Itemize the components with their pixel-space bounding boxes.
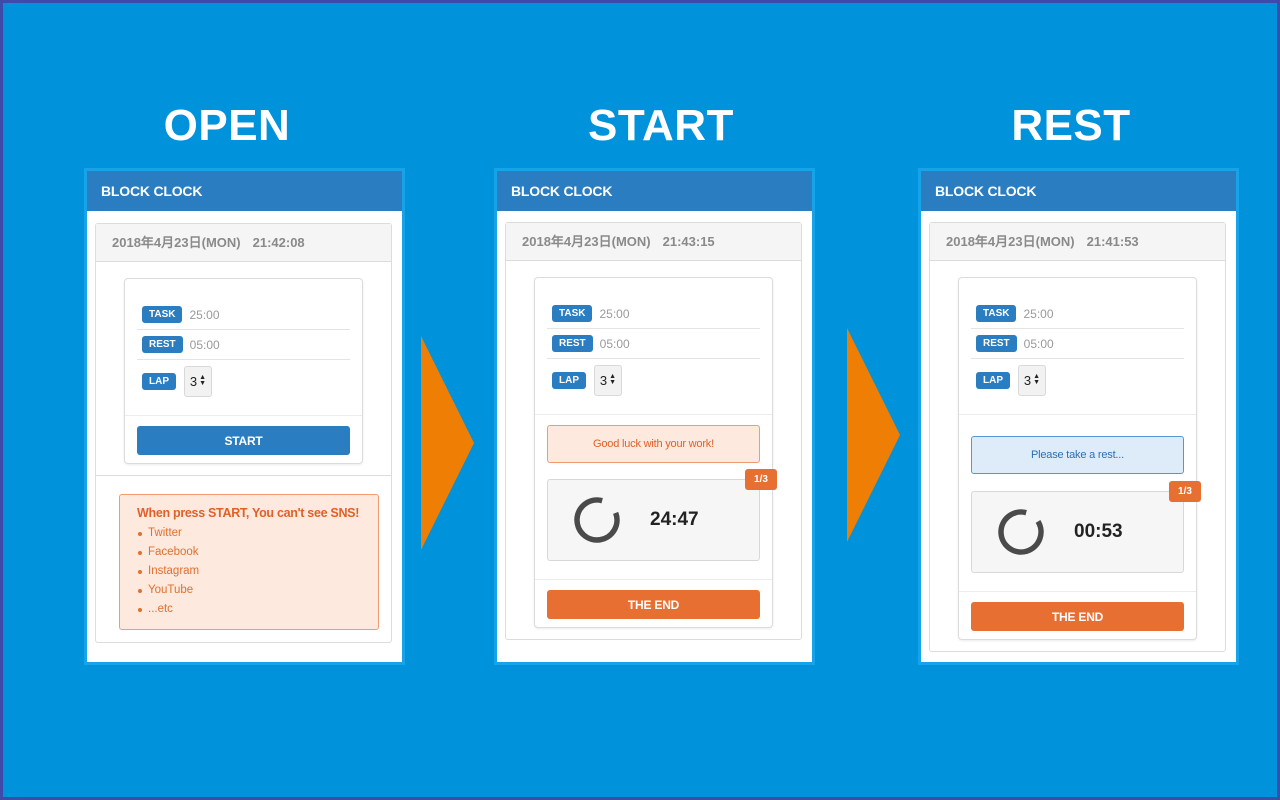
date-text: 2018年4月23日(MON)	[112, 235, 241, 250]
arrow-right-icon	[847, 328, 900, 542]
date-text: 2018年4月23日(MON)	[946, 234, 1075, 249]
task-badge: TASK	[552, 305, 593, 322]
lap-select[interactable]: 3 ▲ ▼	[1018, 364, 1046, 396]
stage-title-start: START	[588, 101, 734, 150]
rest-row: REST 05:00	[137, 330, 350, 360]
lap-badge: LAP	[976, 371, 1010, 389]
stage-title-rest: REST	[1011, 101, 1131, 150]
list-item: Facebook	[137, 543, 378, 562]
lap-value: 3	[599, 372, 608, 388]
timer-settings: TASK 25:00 REST 05:00 LAP 3 ▲ ▼ Good luck…	[534, 277, 777, 628]
clock-panel: 2018年4月23日(MON) 21:42:08 TASK 25:00 REST …	[95, 223, 392, 643]
list-item: Instagram	[137, 562, 378, 581]
lap-select[interactable]: 3 ▲ ▼	[594, 364, 622, 396]
divider	[96, 475, 391, 476]
list-item: ...etc	[137, 600, 378, 619]
popup-rest-state: BLOCK CLOCK 2018年4月23日(MON) 21:41:53 TASK…	[918, 168, 1239, 665]
sns-block-notice: When press START, You can't see SNS! Twi…	[119, 494, 379, 630]
rest-badge: REST	[976, 335, 1017, 352]
countdown-time: 24:47	[650, 509, 699, 530]
task-badge: TASK	[976, 305, 1017, 322]
list-item: Twitter	[137, 524, 378, 543]
timer-display: 24:47 1/3	[547, 469, 777, 561]
app-header: BLOCK CLOCK	[497, 171, 812, 211]
clock-panel: 2018年4月23日(MON) 21:43:15 TASK 25:00 REST …	[505, 222, 802, 640]
lap-counter-badge: 1/3	[1169, 481, 1201, 502]
lap-value: 3	[189, 373, 198, 389]
rest-duration: 05:00	[599, 336, 630, 351]
time-text: 21:43:15	[662, 234, 715, 249]
task-duration: 25:00	[1023, 306, 1054, 321]
date-time-bar: 2018年4月23日(MON) 21:42:08	[96, 224, 391, 262]
time-text: 21:41:53	[1086, 234, 1139, 249]
app-header: BLOCK CLOCK	[921, 171, 1236, 211]
lap-counter-badge: 1/3	[745, 469, 777, 490]
rest-row: REST 05:00	[971, 329, 1184, 359]
lap-badge: LAP	[142, 372, 176, 390]
rest-badge: REST	[142, 336, 183, 353]
popup-start-state: BLOCK CLOCK 2018年4月23日(MON) 21:43:15 TASK…	[494, 168, 815, 665]
task-badge: TASK	[142, 306, 183, 323]
countdown-time: 00:53	[1074, 521, 1123, 542]
date-time-bar: 2018年4月23日(MON) 21:41:53	[930, 223, 1225, 261]
task-row: TASK 25:00	[971, 299, 1184, 329]
timer-display: 00:53 1/3	[971, 481, 1201, 573]
the-end-button[interactable]: THE END	[547, 590, 760, 619]
lap-row: LAP 3 ▲ ▼	[971, 359, 1184, 401]
task-row: TASK 25:00	[137, 300, 350, 330]
lap-badge: LAP	[552, 371, 586, 389]
arrow-right-icon	[421, 336, 474, 550]
lap-row: LAP 3 ▲ ▼	[137, 360, 350, 402]
start-button[interactable]: START	[137, 426, 350, 455]
lap-value: 3	[1023, 372, 1032, 388]
clock-panel: 2018年4月23日(MON) 21:41:53 TASK 25:00 REST …	[929, 222, 1226, 652]
status-message: Good luck with your work!	[547, 425, 760, 463]
rest-duration: 05:00	[189, 337, 220, 352]
date-time-bar: 2018年4月23日(MON) 21:43:15	[506, 223, 801, 261]
progress-ring-icon	[574, 497, 620, 543]
the-end-button[interactable]: THE END	[971, 602, 1184, 631]
timer-settings: TASK 25:00 REST 05:00 LAP 3 ▲ ▼ Please ta…	[958, 277, 1201, 640]
stepper-arrows-icon: ▲ ▼	[199, 374, 207, 387]
task-duration: 25:00	[599, 306, 630, 321]
date-text: 2018年4月23日(MON)	[522, 234, 651, 249]
stage-title-open: OPEN	[163, 101, 291, 150]
task-row: TASK 25:00	[547, 299, 760, 329]
notice-title: When press START, You can't see SNS!	[137, 506, 360, 520]
popup-open-state: BLOCK CLOCK 2018年4月23日(MON) 21:42:08 TASK…	[84, 168, 405, 665]
stepper-arrows-icon: ▲ ▼	[609, 373, 617, 386]
timer-settings: TASK 25:00 REST 05:00 LAP 3 ▲ ▼ START	[124, 278, 363, 464]
status-message: Please take a rest...	[971, 436, 1184, 474]
rest-badge: REST	[552, 335, 593, 352]
lap-select[interactable]: 3 ▲ ▼	[184, 365, 212, 397]
rest-duration: 05:00	[1023, 336, 1054, 351]
list-item: YouTube	[137, 581, 378, 600]
stepper-arrows-icon: ▲ ▼	[1033, 373, 1041, 386]
progress-ring-icon	[998, 509, 1044, 555]
task-duration: 25:00	[189, 307, 220, 322]
time-text: 21:42:08	[252, 235, 305, 250]
lap-row: LAP 3 ▲ ▼	[547, 359, 760, 401]
blocked-sites-list: Twitter Facebook Instagram YouTube ...et…	[137, 524, 378, 619]
rest-row: REST 05:00	[547, 329, 760, 359]
app-header: BLOCK CLOCK	[87, 171, 402, 211]
